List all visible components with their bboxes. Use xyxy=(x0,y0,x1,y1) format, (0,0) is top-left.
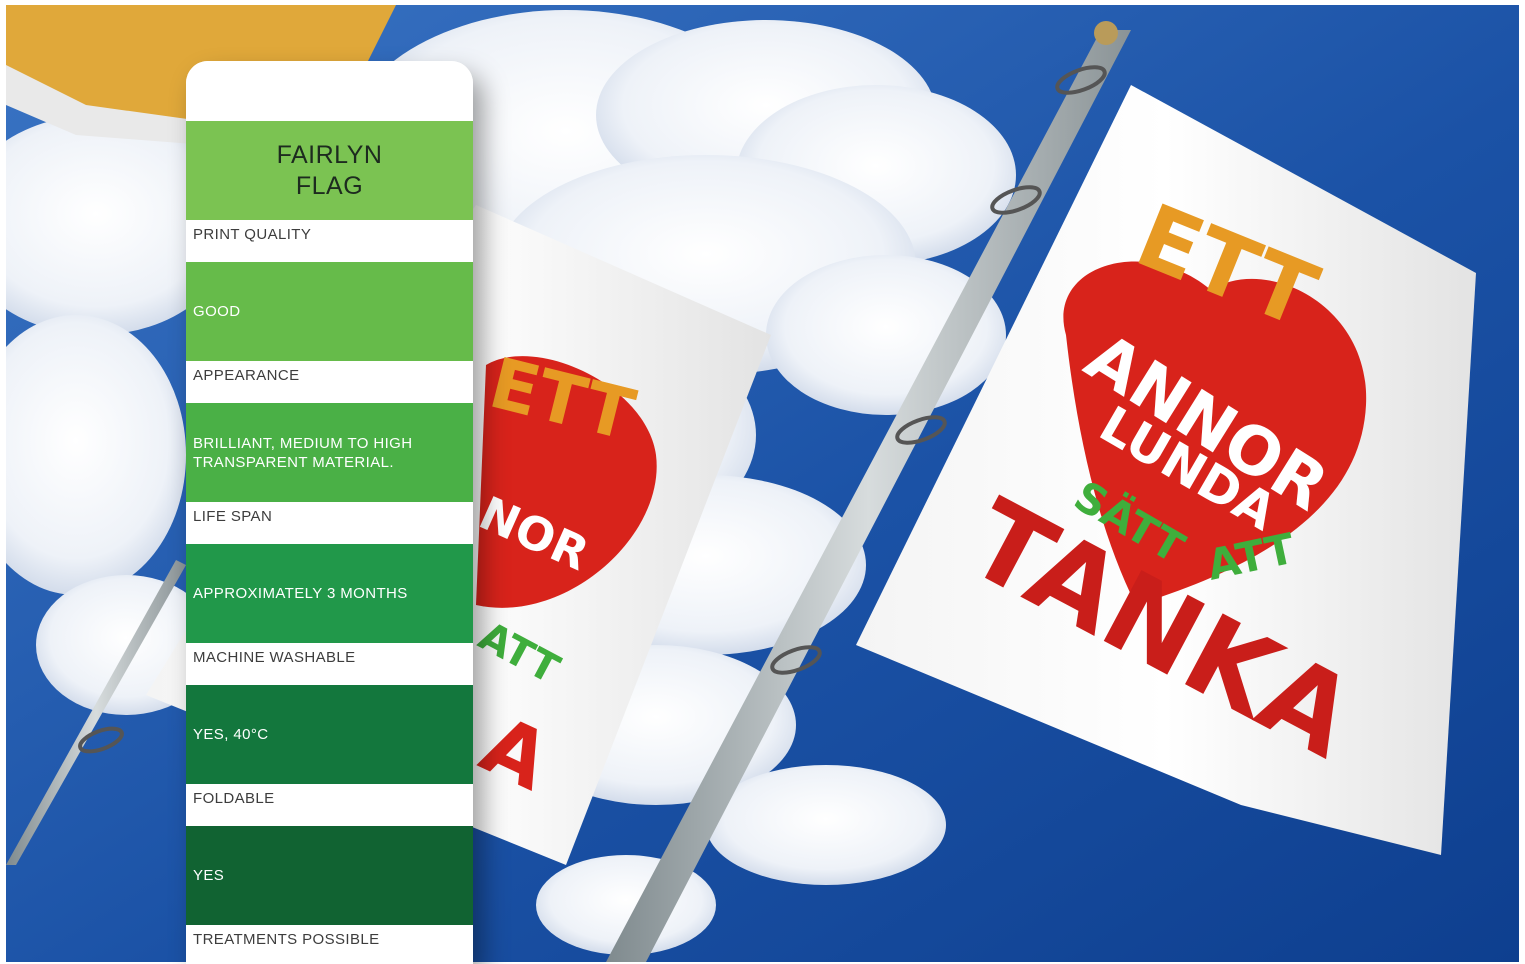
spec-value-foldable: YES xyxy=(186,826,473,925)
product-title: FAIRLYN FLAG xyxy=(186,121,473,220)
product-title-line1: FAIRLYN xyxy=(276,140,383,169)
spec-value-life-span: APPROXIMATELY 3 MONTHS xyxy=(186,544,473,643)
card-top-spacer xyxy=(186,61,473,121)
spec-value-appearance: BRILLIANT, MEDIUM TO HIGH TRANSPARENT MA… xyxy=(186,403,473,502)
spec-label-life-span: LIFE SPAN xyxy=(186,502,473,544)
spec-label-print-quality: PRINT QUALITY xyxy=(186,220,473,262)
product-title-line2: FLAG xyxy=(295,171,364,200)
spec-label-treatments-possible: TREATMENTS POSSIBLE xyxy=(186,925,473,964)
spec-value-print-quality: GOOD xyxy=(186,262,473,361)
spec-label-machine-washable: MACHINE WASHABLE xyxy=(186,643,473,685)
spec-card: FAIRLYN FLAG PRINT QUALITY GOOD APPEARAN… xyxy=(186,61,473,964)
spec-label-foldable: FOLDABLE xyxy=(186,784,473,826)
spec-value-machine-washable: YES, 40°C xyxy=(186,685,473,784)
spec-label-appearance: APPEARANCE xyxy=(186,361,473,403)
